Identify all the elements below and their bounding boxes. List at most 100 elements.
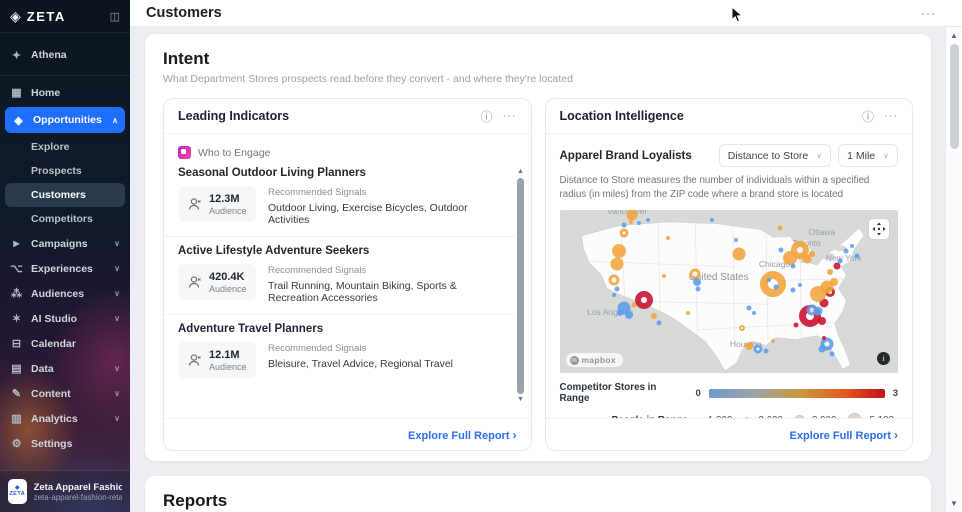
window-scrollbar[interactable]: ▲ ▼ <box>945 27 962 512</box>
competitor-legend-label: Competitor Stores in Range <box>560 382 688 404</box>
map-dot <box>646 218 650 222</box>
card-menu-icon[interactable]: ··· <box>503 110 517 122</box>
map-dot <box>843 249 848 254</box>
chevron-down-icon: ∨ <box>114 389 120 398</box>
mapbox-logo-icon: m <box>570 356 579 365</box>
leading-indicators-card: Leading Indicators ⓘ ··· Who to Engage <box>163 98 532 451</box>
map-dot <box>612 244 626 258</box>
chevron-down-icon: ∨ <box>114 314 120 323</box>
account-name: Zeta Apparel Fashion Re... <box>34 482 122 493</box>
map-dot <box>686 311 690 315</box>
people-dot-medium <box>743 417 751 418</box>
radius-dropdown[interactable]: 1 Mile ∨ <box>838 144 898 167</box>
sidebar-item-ai-studio[interactable]: ✶ AI Studio ∨ <box>0 306 130 331</box>
sidebar-item-data[interactable]: ▤ Data ∨ <box>0 356 130 381</box>
sidebar-item-content[interactable]: ✎ Content ∨ <box>0 381 130 406</box>
scrollbar-thumb[interactable] <box>517 178 524 394</box>
metric-dropdown[interactable]: Distance to Store ∨ <box>719 144 831 167</box>
scroll-down-icon[interactable]: ▼ <box>950 495 958 512</box>
page-menu-icon[interactable]: ··· <box>921 6 946 20</box>
map-dot <box>855 254 860 259</box>
mapbox-attribution[interactable]: m mapbox <box>566 353 623 367</box>
map-dot <box>635 291 653 309</box>
signals-label: Recommended Signals <box>268 343 453 354</box>
sidebar-item-competitors[interactable]: Competitors <box>0 207 130 231</box>
intent-subtitle: What Department Stores prospects read be… <box>163 73 913 85</box>
map-dot <box>611 258 624 271</box>
explore-full-report-link[interactable]: Explore Full Report› <box>790 428 898 442</box>
sidebar-item-opportunities[interactable]: ◈ Opportunities ∧ <box>5 107 125 133</box>
ai-studio-icon: ✶ <box>10 312 23 325</box>
map-dot <box>631 302 636 307</box>
us-map[interactable]: VancouverUnited StatesLos AngelesHouston… <box>560 210 899 373</box>
content-icon: ✎ <box>10 387 23 400</box>
map-dots <box>560 210 899 373</box>
people-dot-large <box>794 415 805 418</box>
chevron-right-icon: › <box>513 428 517 442</box>
map-dot <box>745 342 753 350</box>
location-intelligence-card: Location Intelligence ⓘ ··· Apparel Bran… <box>545 98 914 451</box>
map-dot <box>791 288 796 293</box>
map-dot <box>651 313 657 319</box>
sidebar-item-customers[interactable]: Customers <box>5 183 125 207</box>
sidebar-nav: ✦ Athena ▦ Home ◈ Opportunities ∧ Explor… <box>0 33 130 456</box>
map-dot <box>608 275 619 286</box>
reports-title: Reports <box>163 491 913 511</box>
indicator-section: Seasonal Outdoor Living Planners <box>178 167 517 237</box>
indicator-section: Active Lifestyle Adventure Seekers <box>178 245 517 315</box>
sidebar-item-analytics[interactable]: ▥ Analytics ∨ <box>0 406 130 431</box>
chevron-down-icon: ∨ <box>114 364 120 373</box>
main-area: Customers ··· Intent What Department Sto… <box>130 0 962 512</box>
intent-title: Intent <box>163 49 913 69</box>
home-icon: ▦ <box>10 86 23 99</box>
map-dot <box>662 274 666 278</box>
map-dot <box>791 263 796 268</box>
map-dot <box>739 325 745 331</box>
opportunities-icon: ◈ <box>12 114 25 127</box>
settings-icon: ⚙ <box>10 437 23 450</box>
info-icon[interactable]: ⓘ <box>480 108 492 125</box>
sidebar-item-settings[interactable]: ⚙ Settings <box>0 431 130 456</box>
who-to-engage-icon <box>178 146 191 159</box>
sidebar-item-calendar[interactable]: ⊟ Calendar <box>0 331 130 356</box>
sidebar: ◈ ZETA ◫ ✦ Athena ▦ Home ◈ Opportunities… <box>0 0 130 512</box>
sidebar-item-prospects[interactable]: Prospects <box>0 159 130 183</box>
signals-text: Bleisure, Travel Advice, Regional Travel <box>268 358 453 370</box>
sidebar-item-campaigns[interactable]: ▶ Campaigns ∨ <box>0 231 130 256</box>
scrollbar-thumb[interactable] <box>950 44 959 149</box>
expand-arrows-icon <box>872 222 886 236</box>
card-menu-icon[interactable]: ··· <box>884 110 898 122</box>
sidebar-toggle-icon[interactable]: ◫ <box>110 10 120 23</box>
map-dot <box>734 238 738 242</box>
map-dot <box>809 251 815 257</box>
map-dot <box>696 286 701 291</box>
info-icon[interactable]: ⓘ <box>862 108 874 125</box>
account-slug: zeta-apparel-fashion-retail-... <box>34 493 122 502</box>
map-expand-button[interactable] <box>868 218 890 240</box>
sidebar-item-audiences[interactable]: ⁂ Audiences ∨ <box>0 281 130 306</box>
list-scrollbar[interactable]: ▲ ▼ <box>515 168 527 404</box>
audience-stat: 420.4K Audience <box>178 264 256 300</box>
explore-full-report-link[interactable]: Explore Full Report› <box>408 428 516 442</box>
leading-indicators-body: Who to Engage Seasonal Outdoor Living Pl… <box>164 134 531 418</box>
map-dot <box>798 283 802 287</box>
audience-person-icon <box>187 274 203 290</box>
scroll-up-icon[interactable]: ▲ <box>950 27 958 44</box>
map-dot <box>829 351 834 356</box>
map-dot <box>818 345 825 352</box>
account-switcher[interactable]: ◆ ZETA Zeta Apparel Fashion Re... zeta-a… <box>0 470 130 512</box>
map-dot <box>657 320 662 325</box>
map-dot <box>771 339 775 343</box>
map-dot <box>621 223 626 228</box>
scroll-down-icon[interactable]: ▼ <box>517 396 524 404</box>
map-dot <box>752 311 756 315</box>
scroll-up-icon[interactable]: ▲ <box>517 168 524 176</box>
map-dot <box>693 278 701 286</box>
sidebar-item-athena[interactable]: ✦ Athena <box>0 41 130 69</box>
map-dot <box>637 221 641 225</box>
sidebar-item-explore[interactable]: Explore <box>0 135 130 159</box>
chevron-down-icon: ∨ <box>114 239 120 248</box>
sidebar-item-experiences[interactable]: ⌥ Experiences ∨ <box>0 256 130 281</box>
sidebar-item-home[interactable]: ▦ Home <box>0 80 130 105</box>
map-dot <box>767 278 771 282</box>
